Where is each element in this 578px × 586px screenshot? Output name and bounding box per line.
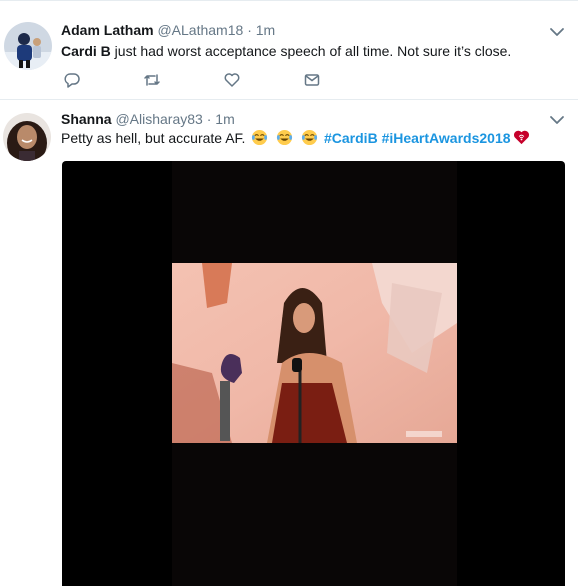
video-player[interactable]	[62, 161, 565, 586]
tweet-actions	[61, 71, 361, 91]
laughing-crying-emoji	[301, 129, 318, 146]
tweet-text: Petty as hell, but accurate AF. #CardiB …	[61, 128, 532, 148]
retweet-icon[interactable]	[143, 71, 163, 91]
separator: ·	[247, 22, 252, 38]
hashtag-link[interactable]: #iHeartAwards2018	[382, 130, 511, 146]
author-handle[interactable]: @ALatham18	[157, 22, 243, 38]
tweet[interactable]: Adam Latham @ALatham18 · 1m Cardi B just…	[0, 0, 578, 100]
tweet[interactable]: Shanna @Alisharay83 · 1m Petty as hell, …	[0, 100, 578, 586]
reply-icon[interactable]	[63, 71, 83, 91]
hashtag-link[interactable]: #CardiB	[324, 130, 378, 146]
separator: ·	[206, 111, 212, 127]
tweet-header: Shanna @Alisharay83 · 1m	[61, 111, 235, 127]
tweet-text: Cardi B just had worst acceptance speech…	[61, 41, 511, 61]
video-thumbnail[interactable]	[172, 263, 457, 443]
avatar[interactable]	[4, 22, 52, 70]
laughing-crying-emoji	[251, 129, 268, 146]
mention-bold: Cardi B	[61, 43, 111, 59]
timestamp[interactable]: 1m	[256, 22, 275, 38]
tweet-header: Adam Latham @ALatham18 · 1m	[61, 22, 275, 38]
chevron-down-icon[interactable]	[548, 111, 566, 129]
author-name[interactable]: Shanna	[61, 111, 112, 127]
chevron-down-icon[interactable]	[548, 23, 566, 41]
laughing-crying-emoji	[276, 129, 293, 146]
like-icon[interactable]	[223, 71, 243, 91]
tweet-text-body: just had worst acceptance speech of all …	[110, 43, 512, 59]
avatar[interactable]	[3, 113, 51, 161]
tweet-text-body: Petty as hell, but accurate AF.	[61, 130, 246, 146]
author-name[interactable]: Adam Latham	[61, 22, 154, 38]
timestamp[interactable]: 1m	[215, 111, 234, 127]
direct-message-icon[interactable]	[303, 71, 323, 91]
author-handle[interactable]: @Alisharay83	[115, 111, 202, 127]
iheart-logo-emoji[interactable]	[513, 129, 530, 146]
